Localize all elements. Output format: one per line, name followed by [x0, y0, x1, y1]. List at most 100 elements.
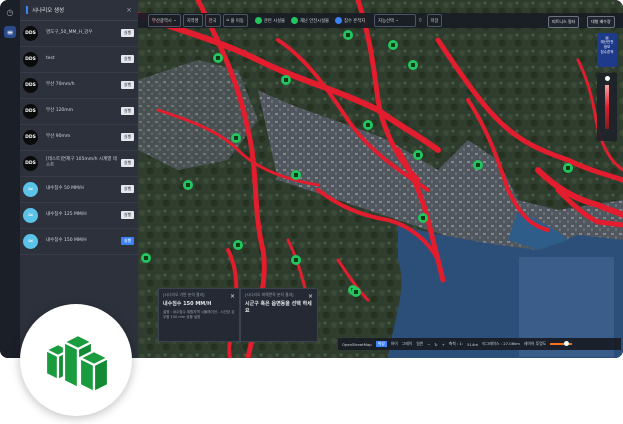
- scenario-row[interactable]: ≈ 내수침수 50 MM/H 실행: [20, 176, 138, 203]
- region-select-value: 부산광역시: [152, 18, 172, 24]
- basemap-normal-button[interactable]: 일반: [416, 341, 423, 347]
- facility-marker: [418, 213, 428, 223]
- layer-toggle-safety[interactable]: 재난 안전시설물: [288, 15, 332, 26]
- dds-badge: DDS: [23, 25, 38, 41]
- run-button[interactable]: 실행: [121, 133, 134, 141]
- popup1-body: 설명 : 내수침수 위험지역 시뮬레이션 - 시간당 강우량 150 mm 상황…: [163, 309, 235, 319]
- run-button[interactable]: 실행: [121, 29, 134, 37]
- drainage-button[interactable]: 대형 배수량: [587, 16, 615, 28]
- facility-marker: [233, 240, 243, 250]
- scenario-label: 내수침수 50 MM/H: [46, 186, 84, 191]
- scenario-label: 내수침수 150 MM/H: [46, 238, 87, 243]
- nationwide-button[interactable]: 전국: [204, 14, 221, 27]
- facility-marker: [351, 287, 361, 297]
- disaster-info-panel[interactable]: ▥ 재난안전 정보 침수흔적: [597, 33, 617, 67]
- facility-marker: [363, 120, 373, 130]
- drainage-label: 대형 배수량: [591, 19, 611, 24]
- panel-title: 시나리오 생성: [32, 8, 65, 14]
- region-name-button[interactable]: 지역명: [182, 14, 203, 27]
- scenario-row[interactable]: ≈ 내수침수 150 MM/H 실행: [20, 228, 138, 255]
- layer1-label: 관련 시설물: [263, 18, 285, 24]
- layer-toggle-facilities[interactable]: 관련 시설물: [252, 15, 288, 26]
- map-bottom-bar: OpenStreetMap 위성 하이 그레이 일반 − ↻ + 축척 : 1:…: [338, 338, 621, 350]
- dds-badge: DDS: [23, 129, 38, 145]
- facility-marker: [408, 60, 418, 70]
- legend-gradient: [605, 85, 609, 129]
- scenario-row[interactable]: DDS 부산 70mm/h 실행: [20, 72, 138, 99]
- popup1-title: [시나리오 기반 분석 결과]: [163, 292, 205, 297]
- popup2-title: [시나리오 피해면적 분석 결과]: [245, 292, 294, 297]
- run-button[interactable]: 실행: [121, 237, 134, 245]
- facility-marker: [343, 30, 353, 40]
- facility-marker: [281, 75, 291, 85]
- scenario-result-popup: [시나리오 기반 분석 결과] × 내수침수 150 MM/H 설명 : 내수침…: [158, 288, 240, 342]
- close-icon[interactable]: ×: [126, 6, 132, 14]
- flood-trace-icon: [335, 17, 343, 24]
- run-button[interactable]: 실행: [121, 81, 134, 89]
- home-button[interactable]: ⌂ 홈 이동: [222, 14, 248, 27]
- chevron-down-icon: ⌄: [393, 18, 399, 23]
- run-button[interactable]: 실행: [121, 55, 134, 63]
- flood-wave-icon: ≈: [23, 233, 38, 249]
- nationwide-label: 전국: [208, 18, 217, 24]
- app-window: ◷ ≡ 시나리오 생성 × DDS 영도구_50_MM_H_강우 실행 DDS test…: [0, 0, 623, 358]
- bookmark-icon[interactable]: ▯: [416, 15, 424, 26]
- scenario-row[interactable]: DDS [테스트]연제구 105mm/h 시계열 테스트 실행: [20, 150, 138, 177]
- product-logo-badge: [20, 304, 132, 416]
- scenario-label: 부산 120mm: [46, 108, 74, 113]
- basemap-label: OpenStreetMap: [342, 341, 372, 347]
- scenario-row[interactable]: ≈ 내수침수 125 MM/H 실행: [20, 202, 138, 229]
- flood-wave-icon: ≈: [23, 207, 38, 223]
- layer3-label: 침수 흔적지: [344, 18, 366, 24]
- facility-marker: [141, 253, 151, 263]
- region-select[interactable]: 부산광역시 ⌄: [148, 14, 181, 27]
- legend-dot: [604, 76, 610, 81]
- scenario-row[interactable]: DDS test 실행: [20, 46, 138, 73]
- refresh-icon[interactable]: ↻: [434, 342, 437, 347]
- facility-marker: [563, 163, 573, 173]
- dds-badge: DDS: [23, 155, 38, 171]
- zoom-label: 리그레이스 : 27.06km: [482, 341, 521, 346]
- basemap-satellite-button[interactable]: 위성: [375, 341, 387, 347]
- layer-toggle-flood-trace[interactable]: 침수 흔적지: [332, 15, 368, 26]
- facility-marker: [291, 255, 301, 265]
- zoom-out-icon[interactable]: −: [427, 342, 430, 347]
- region-name-label: 지역명: [186, 18, 199, 24]
- fitness-filter-label: 피트니스 필터: [552, 19, 576, 24]
- facility-marker: [231, 133, 241, 143]
- opacity-label: 레이어 투명도: [524, 341, 547, 346]
- scenario-label: 부산 90mm: [46, 134, 71, 139]
- scenario-row[interactable]: DDS 부산 90mm 실행: [20, 124, 138, 151]
- dds-badge: DDS: [23, 77, 38, 93]
- basemap-hybrid-button[interactable]: 하이: [391, 341, 398, 347]
- opacity-slider[interactable]: [550, 341, 573, 346]
- search-select[interactable]: 지능선택 ⌄: [374, 14, 417, 27]
- isometric-blocks-logo: [44, 333, 110, 394]
- facility-icon: [254, 17, 262, 24]
- run-button[interactable]: 실행: [121, 185, 134, 193]
- zoom-in-icon[interactable]: +: [442, 342, 445, 347]
- scenario-label: [테스트]연제구 105mm/h 시계열 테스트: [46, 157, 117, 168]
- flood-wave-icon: ≈: [23, 181, 38, 197]
- scenario-row[interactable]: DDS 영도구_50_MM_H_강우 실행: [20, 20, 138, 47]
- run-button[interactable]: 실행: [121, 159, 134, 167]
- scenario-label: test: [46, 56, 55, 61]
- info-icon: ▥: [605, 36, 609, 40]
- safety-icon: [290, 17, 298, 24]
- run-button[interactable]: 실행: [121, 107, 134, 115]
- run-button[interactable]: 실행: [121, 211, 134, 219]
- layers-icon[interactable]: ≡: [4, 26, 16, 38]
- close-icon[interactable]: ×: [230, 293, 235, 300]
- save-button[interactable]: 저장: [426, 14, 443, 27]
- side-box-line3: 침수흔적: [600, 50, 614, 54]
- scenario-row[interactable]: DDS 부산 120mm 실행: [20, 98, 138, 125]
- basemap-gray-button[interactable]: 그레이: [402, 341, 412, 347]
- close-icon[interactable]: ×: [308, 293, 313, 300]
- scenario-label: 내수침수 125 MM/H: [46, 212, 87, 217]
- damage-area-popup: [시나리오 피해면적 분석 결과] × 시군구 혹은 읍면동을 선택 하세요: [240, 288, 318, 342]
- clock-icon[interactable]: ◷: [4, 6, 16, 18]
- flood-depth-legend: [597, 73, 617, 141]
- opacity-slider-handle[interactable]: [564, 341, 570, 346]
- header-accent: [26, 6, 28, 14]
- fitness-filter-button[interactable]: 피트니스 필터: [548, 16, 580, 28]
